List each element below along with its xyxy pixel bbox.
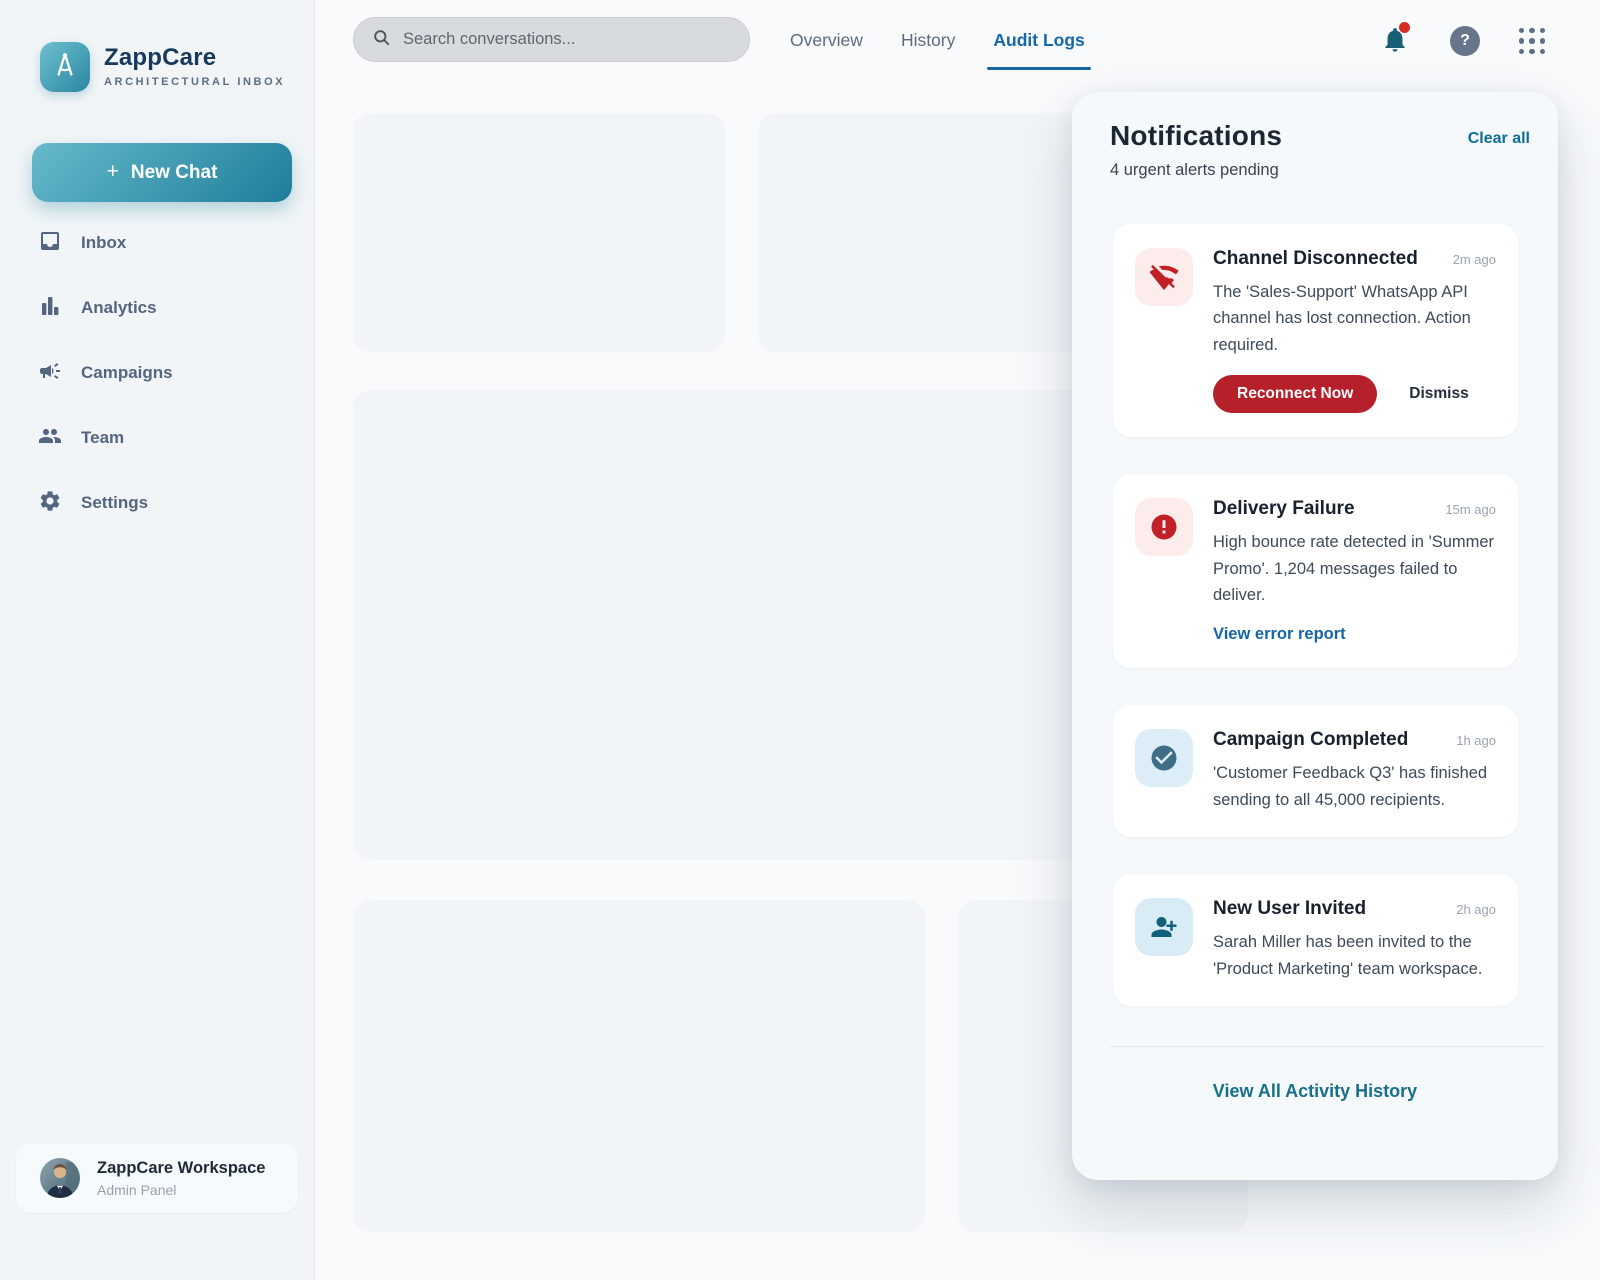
view-error-report-link[interactable]: View error report xyxy=(1213,625,1346,644)
notifications-subtitle: 4 urgent alerts pending xyxy=(1072,161,1558,180)
new-chat-label: New Chat xyxy=(131,162,218,184)
view-all-activity-link[interactable]: View All Activity History xyxy=(1213,1081,1417,1102)
tab-history[interactable]: History xyxy=(899,24,957,57)
gear-icon xyxy=(38,489,62,518)
search-icon xyxy=(372,28,391,52)
notification-badge-dot xyxy=(1399,22,1410,33)
notification-card: Delivery Failure 15m ago High bounce rat… xyxy=(1113,474,1518,668)
workspace-card[interactable]: ZappCare Workspace Admin Panel xyxy=(16,1143,298,1213)
notifications-bell-button[interactable] xyxy=(1375,21,1415,61)
search-input[interactable] xyxy=(403,30,731,49)
notification-time: 15m ago xyxy=(1445,502,1496,517)
view-tabs: Overview History Audit Logs xyxy=(788,0,1087,80)
reconnect-now-button[interactable]: Reconnect Now xyxy=(1213,375,1377,413)
skeleton-card xyxy=(353,390,1125,860)
inbox-icon xyxy=(38,229,62,258)
notification-card: Channel Disconnected 2m ago The 'Sales-S… xyxy=(1113,224,1518,437)
help-button[interactable]: ? xyxy=(1450,26,1480,56)
divider xyxy=(1110,1046,1545,1047)
notification-body: High bounce rate detected in 'Summer Pro… xyxy=(1213,529,1496,608)
brand-name: ZappCare xyxy=(104,44,216,72)
notification-card: Campaign Completed 1h ago 'Customer Feed… xyxy=(1113,705,1518,837)
sidebar-item-campaigns[interactable]: Campaigns xyxy=(30,351,285,395)
plus-icon: + xyxy=(107,160,119,184)
wifi-off-icon xyxy=(1135,248,1193,306)
dismiss-button[interactable]: Dismiss xyxy=(1405,375,1472,413)
check-circle-icon xyxy=(1135,729,1193,787)
tab-audit-logs[interactable]: Audit Logs xyxy=(991,24,1086,57)
skeleton-card xyxy=(353,113,725,352)
sidebar-item-inbox[interactable]: Inbox xyxy=(30,221,285,265)
avatar xyxy=(40,1158,80,1198)
workspace-name: ZappCare Workspace xyxy=(97,1159,265,1178)
search-bar[interactable] xyxy=(353,17,750,62)
new-chat-button[interactable]: + New Chat xyxy=(32,143,292,202)
notifications-title: Notifications xyxy=(1110,120,1282,152)
skeleton-card xyxy=(353,900,925,1232)
workspace-role: Admin Panel xyxy=(97,1182,265,1198)
sidebar-item-team[interactable]: Team xyxy=(30,416,285,460)
notification-time: 2m ago xyxy=(1453,252,1496,267)
sidebar-nav: Inbox Analytics Campaigns Team Settings xyxy=(30,221,285,525)
apps-grid-icon xyxy=(1519,28,1546,55)
notification-list: Channel Disconnected 2m ago The 'Sales-S… xyxy=(1113,224,1518,1006)
notification-body: The 'Sales-Support' WhatsApp API channel… xyxy=(1213,279,1496,358)
help-icon: ? xyxy=(1460,32,1470,50)
brand-tagline: ARCHITECTURAL INBOX xyxy=(104,76,285,88)
apps-menu-button[interactable] xyxy=(1518,27,1546,55)
notification-body: Sarah Miller has been invited to the 'Pr… xyxy=(1213,929,1496,982)
sidebar-item-analytics[interactable]: Analytics xyxy=(30,286,285,330)
notification-title: Channel Disconnected xyxy=(1213,248,1445,270)
alert-circle-icon xyxy=(1135,498,1193,556)
notification-title: Campaign Completed xyxy=(1213,729,1448,751)
bar-chart-icon xyxy=(38,294,62,323)
drafting-compass-icon xyxy=(50,50,80,85)
notification-time: 2h ago xyxy=(1456,902,1496,917)
user-add-icon xyxy=(1135,898,1193,956)
notification-card: New User Invited 2h ago Sarah Miller has… xyxy=(1113,874,1518,1006)
sidebar-item-settings[interactable]: Settings xyxy=(30,481,285,525)
notification-time: 1h ago xyxy=(1456,733,1496,748)
sidebar: ZappCare ARCHITECTURAL INBOX + New Chat … xyxy=(0,0,315,1280)
notification-title: New User Invited xyxy=(1213,898,1448,920)
notification-title: Delivery Failure xyxy=(1213,498,1437,520)
app-logo xyxy=(40,42,90,92)
clear-all-button[interactable]: Clear all xyxy=(1468,130,1530,148)
notifications-panel: Notifications Clear all 4 urgent alerts … xyxy=(1072,92,1558,1180)
notification-body: 'Customer Feedback Q3' has finished send… xyxy=(1213,760,1496,813)
megaphone-icon xyxy=(38,359,62,388)
people-icon xyxy=(38,424,62,453)
tab-overview[interactable]: Overview xyxy=(788,24,865,57)
